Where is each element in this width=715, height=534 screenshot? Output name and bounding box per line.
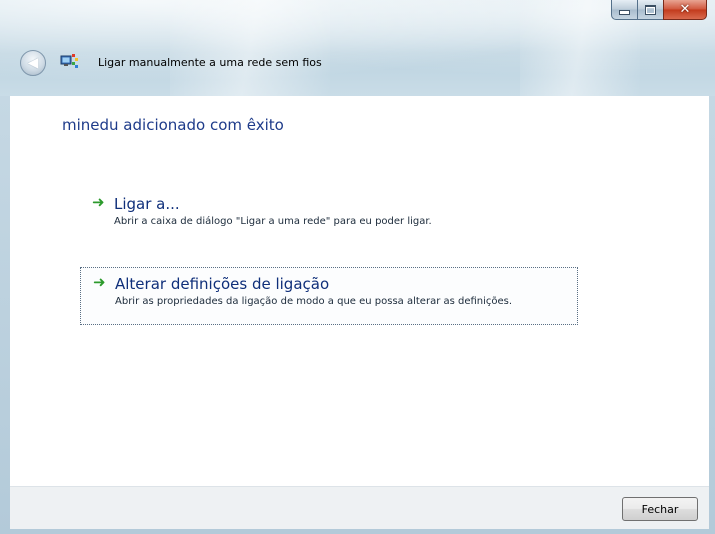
command-link-change-settings[interactable]: ➜ Alterar definições de ligação Abrir as… xyxy=(80,267,578,325)
footer-bar: Fechar xyxy=(10,486,709,529)
command-title: Alterar definições de ligação xyxy=(115,275,330,293)
command-description: Abrir a caixa de diálogo "Ligar a uma re… xyxy=(114,216,432,227)
maximize-icon xyxy=(645,4,656,15)
green-arrow-icon: ➜ xyxy=(93,273,106,291)
minimize-icon xyxy=(619,10,630,15)
back-button[interactable]: ◀ xyxy=(20,50,46,76)
command-title: Ligar a... xyxy=(114,195,180,213)
caption-buttons: ✕ xyxy=(611,0,707,22)
close-window-button[interactable]: ✕ xyxy=(663,0,707,20)
content-pane: minedu adicionado com êxito ➜ Ligar a...… xyxy=(10,96,709,486)
green-arrow-icon: ➜ xyxy=(92,193,105,211)
page-heading: minedu adicionado com êxito xyxy=(62,116,284,134)
command-link-connect[interactable]: ➜ Ligar a... Abrir a caixa de diálogo "L… xyxy=(80,188,578,236)
glass-reflection xyxy=(170,0,330,96)
command-description: Abrir as propriedades da ligação de modo… xyxy=(115,296,513,307)
minimize-button[interactable] xyxy=(611,0,637,20)
window-title: Ligar manualmente a uma rede sem fios xyxy=(98,56,322,69)
close-button[interactable]: Fechar xyxy=(622,497,698,521)
maximize-button[interactable] xyxy=(637,0,663,20)
wizard-window: ✕ ◀ Ligar manualmente a uma rede sem fio… xyxy=(0,0,715,534)
wireless-network-icon xyxy=(60,54,78,68)
close-icon: ✕ xyxy=(679,2,691,17)
back-arrow-icon: ◀ xyxy=(27,54,39,71)
title-bar: ✕ ◀ Ligar manualmente a uma rede sem fio… xyxy=(0,0,715,96)
